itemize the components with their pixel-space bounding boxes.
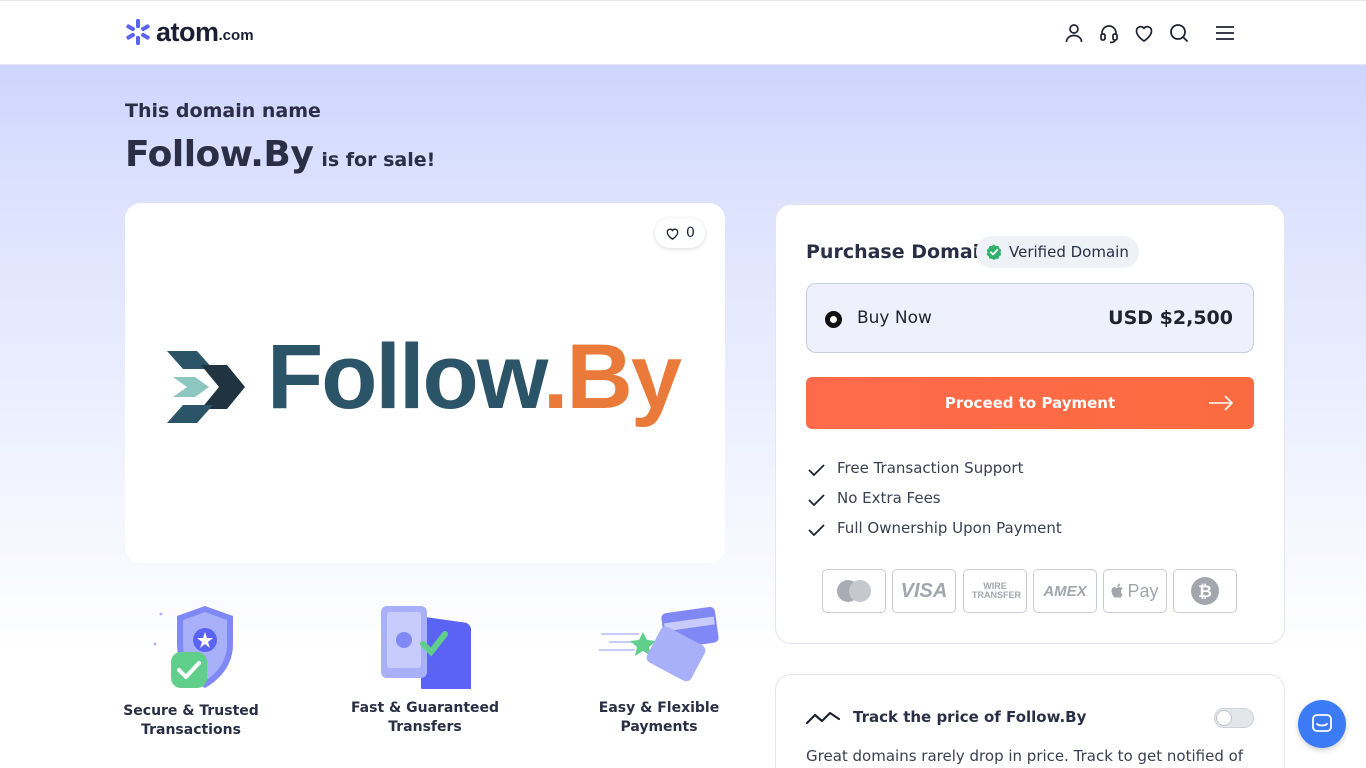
domain-preview-card: 0 Follow.By — [125, 203, 725, 563]
domain-headline: Follow.By is for sale! — [125, 134, 435, 175]
check-icon — [808, 494, 825, 507]
feature-label: Easy & Flexible Payments — [598, 700, 720, 735]
feature-fast: Fast & Guaranteed Transfers — [345, 604, 505, 737]
bitcoin-icon: ₿ — [1173, 569, 1237, 613]
toggle-knob — [1216, 710, 1232, 726]
menu-icon[interactable] — [1214, 22, 1236, 44]
hero-eyebrow: This domain name — [125, 100, 321, 122]
apple-pay-icon: Pay — [1103, 569, 1167, 613]
arrow-right-icon — [1209, 395, 1234, 411]
credit-card-icon — [599, 606, 719, 682]
headset-icon[interactable] — [1098, 22, 1120, 44]
check-icon — [808, 464, 825, 477]
purchase-title: Purchase Domain — [806, 241, 993, 263]
amex-icon: AMEX — [1033, 569, 1097, 613]
check-icon — [808, 524, 825, 537]
shield-check-icon — [153, 606, 233, 688]
wire-transfer-icon: WIRE TRANSFER — [963, 569, 1027, 613]
heart-icon[interactable] — [1133, 22, 1155, 44]
buy-now-option[interactable]: Buy Now USD $2,500 — [806, 283, 1254, 353]
feature-label: Secure & Trusted Transactions — [123, 703, 259, 738]
perk-item: No Extra Fees — [808, 489, 1062, 519]
logo-wordmark: atom — [156, 16, 219, 47]
purchase-card: Purchase Domain Verified Domain Buy Now … — [775, 204, 1285, 644]
chat-support-button[interactable] — [1298, 700, 1346, 748]
like-button[interactable]: 0 — [655, 218, 705, 248]
feature-secure: Secure & Trusted Transactions — [111, 604, 271, 740]
heart-icon — [666, 228, 679, 240]
perks-list: Free Transaction Support No Extra Fees F… — [808, 459, 1062, 549]
for-sale-text: is for sale! — [321, 149, 436, 171]
follow-by-logo-mark — [167, 351, 245, 423]
proceed-label: Proceed to Payment — [944, 394, 1116, 412]
perk-item: Free Transaction Support — [808, 459, 1062, 489]
verified-label: Verified Domain — [1009, 243, 1129, 261]
proceed-to-payment-button[interactable]: Proceed to Payment — [806, 377, 1254, 429]
atom-logo[interactable]: atom .com — [124, 17, 254, 47]
perk-label: Free Transaction Support — [837, 459, 1024, 477]
perk-label: No Extra Fees — [837, 489, 941, 507]
buy-now-radio[interactable] — [825, 311, 842, 328]
trend-line-icon — [806, 711, 840, 725]
visa-icon: VISA — [892, 569, 956, 613]
search-icon[interactable] — [1168, 22, 1190, 44]
perk-label: Full Ownership Upon Payment — [837, 519, 1062, 537]
verified-check-icon — [986, 244, 1002, 260]
follow-by-logo-wordmark: Follow.By — [267, 331, 682, 423]
transfer-icon — [381, 606, 471, 689]
logo-tld: .com — [218, 26, 254, 44]
track-price-toggle[interactable] — [1214, 708, 1254, 728]
brand-name: Follow — [267, 326, 545, 428]
verified-domain-badge: Verified Domain — [976, 236, 1139, 268]
perk-item: Full Ownership Upon Payment — [808, 519, 1062, 549]
track-title: Track the price of Follow.By — [853, 708, 1087, 726]
top-navigation-bar: atom .com — [0, 0, 1366, 65]
mastercard-icon — [822, 569, 886, 613]
chat-icon — [1312, 714, 1332, 732]
brand-tld: .By — [542, 326, 682, 428]
feature-flexible: Easy & Flexible Payments — [579, 604, 739, 737]
track-price-card: Track the price of Follow.By Great domai… — [775, 674, 1285, 768]
like-count: 0 — [686, 225, 695, 241]
option-label: Buy Now — [857, 308, 932, 328]
domain-name: Follow.By — [125, 134, 314, 175]
svg-text:₿: ₿ — [1198, 582, 1212, 602]
feature-label: Fast & Guaranteed Transfers — [350, 700, 500, 735]
user-icon[interactable] — [1063, 22, 1085, 44]
track-description: Great domains rarely drop in price. Trac… — [806, 747, 1244, 765]
atom-star-icon — [126, 19, 150, 45]
option-price: USD $2,500 — [1108, 307, 1233, 329]
